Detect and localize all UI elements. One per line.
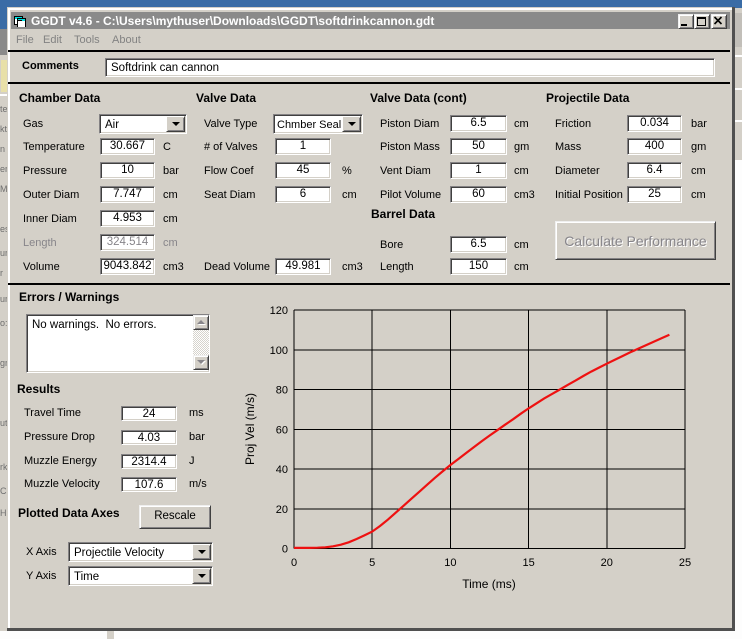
svg-text:80: 80 — [276, 385, 288, 397]
svg-text:25: 25 — [679, 557, 691, 569]
svg-text:20: 20 — [276, 504, 288, 516]
svg-text:100: 100 — [270, 345, 288, 357]
svg-text:15: 15 — [522, 557, 534, 569]
svg-text:Time (ms): Time (ms) — [462, 577, 516, 591]
svg-text:10: 10 — [444, 557, 456, 569]
svg-text:60: 60 — [276, 424, 288, 436]
svg-text:5: 5 — [369, 557, 375, 569]
svg-text:40: 40 — [276, 464, 288, 476]
svg-text:0: 0 — [291, 557, 297, 569]
svg-text:20: 20 — [601, 557, 613, 569]
svg-text:120: 120 — [270, 305, 288, 317]
svg-text:0: 0 — [282, 544, 288, 556]
svg-text:Proj Vel (m/s): Proj Vel (m/s) — [243, 393, 257, 465]
